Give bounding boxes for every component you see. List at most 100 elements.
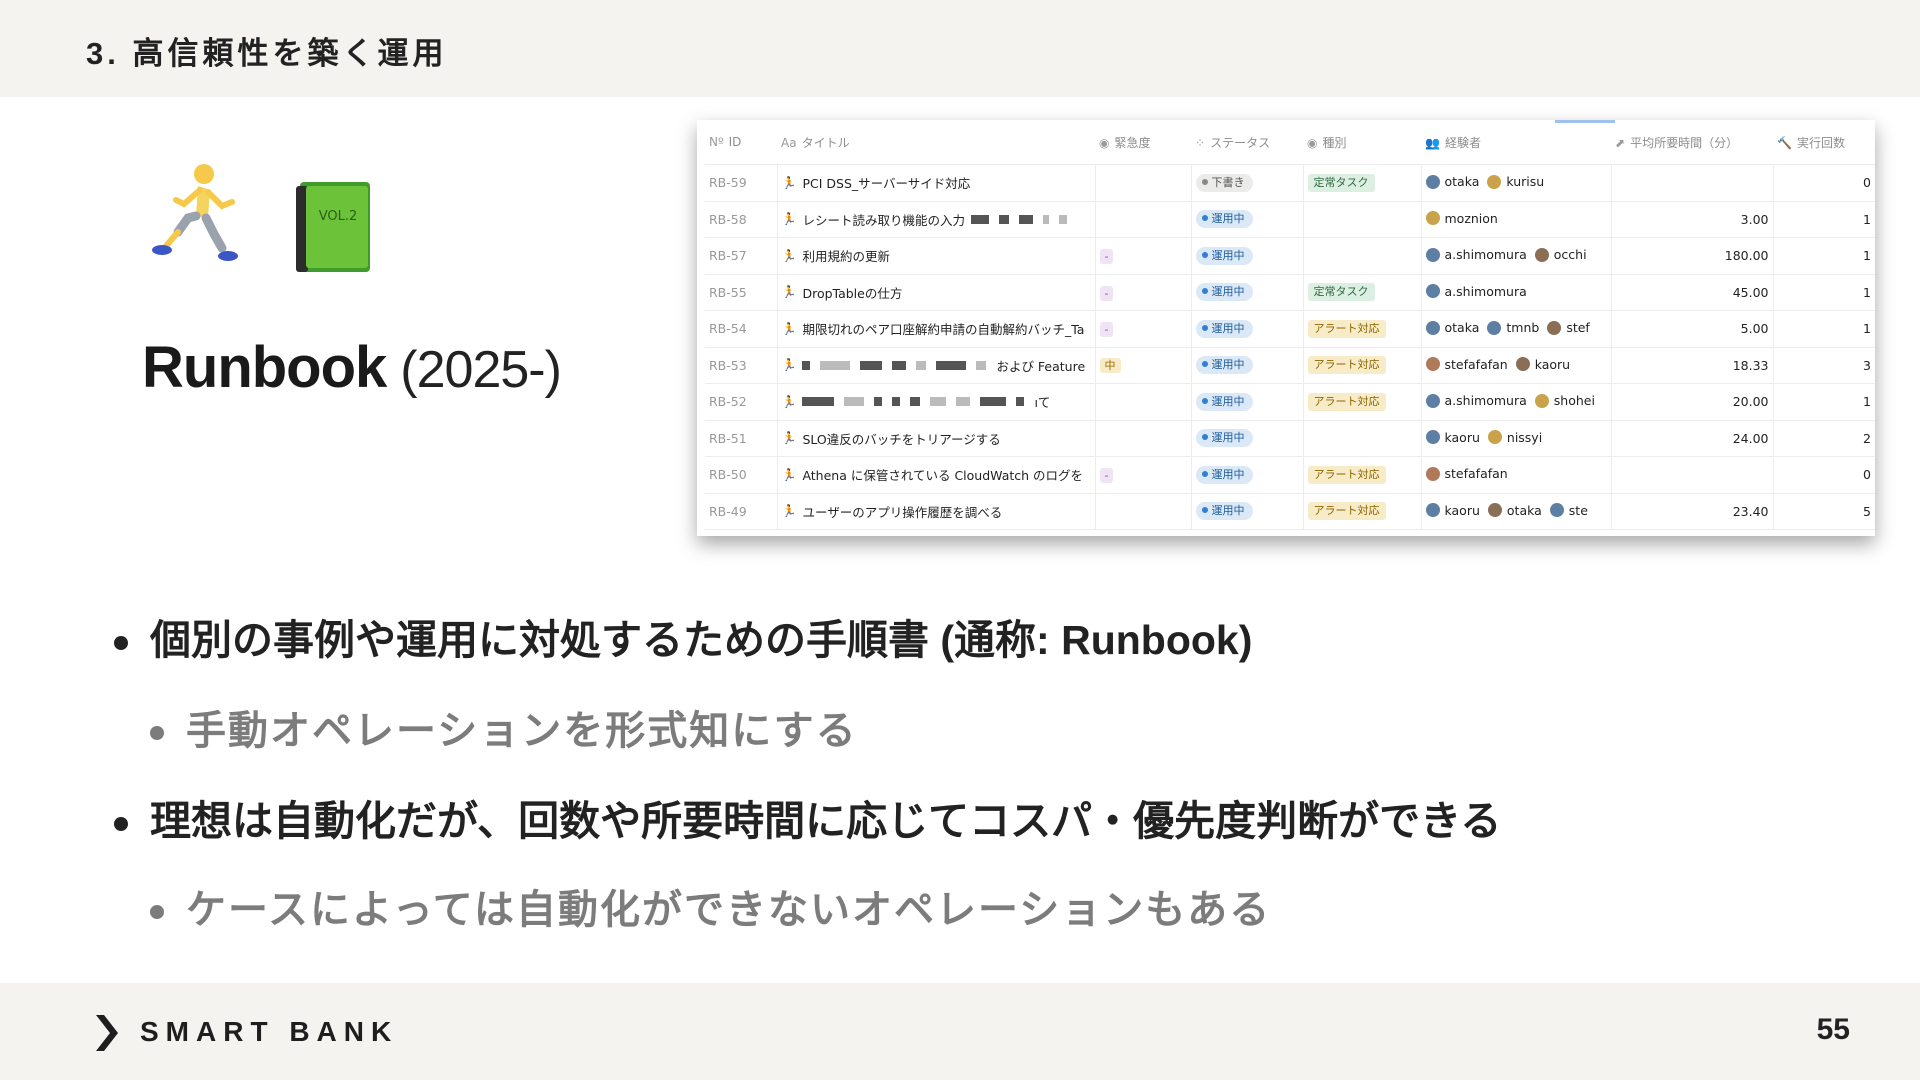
runner-icon: 🏃 [781,212,797,227]
redacted-block [970,214,989,224]
avatar [1425,174,1440,189]
column-type-icon: ◉ [1307,135,1318,150]
status-badge: 下書き [1195,173,1253,192]
status-badge: 運用中 [1195,502,1253,521]
row-id: RB-49 [705,493,778,530]
person-name: a.shimomura [1444,283,1527,299]
status-badge: 運用中 [1195,319,1253,338]
status-text: 運用中 [1211,394,1245,408]
status-dot [1201,324,1208,331]
row-title[interactable]: 🏃 および Feature [777,347,1096,384]
row-experienced: otaka tmnb stef [1421,310,1612,348]
person-chip: a.shimomura [1425,247,1527,262]
bullet-dot [114,817,128,832]
person-name: otaka [1444,320,1480,335]
table-row[interactable]: RB-52 🏃 ıて 運用中 アラート対応 a.shimomura shohei 20.00 1 [705,383,1875,421]
row-title-text: DropTableの仕方 [802,285,903,301]
runner-icon: 🏃 [781,285,797,300]
column-header[interactable]: Nº ID [705,120,777,165]
avatar [1534,393,1549,408]
row-title-wrap: 🏃 DropTableの仕方 [782,283,1091,302]
row-status: 運用中 [1191,201,1304,238]
row-type [1303,237,1422,275]
brand-name: SMART BANK [140,1016,399,1047]
column-header[interactable]: ⬈ 平均所要時間（分） [1611,120,1773,165]
row-avg-time: 23.40 [1611,493,1774,530]
redacted-block [956,397,971,407]
column-header[interactable]: ◉ 種別 [1303,120,1421,165]
redacted-block [892,397,901,407]
table-row[interactable]: RB-53 🏃 および Feature 中 運用中 アラート対応 stefafafan kao… [705,347,1875,384]
person-chip: a.shimomura [1425,283,1527,299]
redacted-block [976,360,987,370]
row-title[interactable]: 🏃 ユーザーのアプリ操作履歴を調べる [777,493,1096,530]
person-chip: kaoru [1515,357,1570,372]
table-row[interactable]: RB-59 🏃 PCI DSS_サーバーサイド対応 下書き 定常タスク otaka kuri… [705,164,1875,202]
column-type-icon: ◉ [1099,135,1110,150]
column-type-icon: Aa [781,135,797,150]
table-row[interactable]: RB-49 🏃 ユーザーのアプリ操作履歴を調べる 運用中 アラート対応 kaoru otak… [705,493,1875,530]
row-title[interactable]: 🏃 期限切れのペア口座解約申請の自動解約バッチ_Ta [777,310,1096,348]
column-header[interactable]: ⁘ ステータス [1191,120,1303,165]
column-header[interactable]: 🔨 実行回数 [1773,120,1875,165]
status-text: 運用中 [1211,285,1245,299]
bullet-dot [150,726,164,741]
person-name: moznion [1444,210,1498,226]
table-row[interactable]: RB-58 🏃 レシート読み取り機能の入力 運用中 moznion 3.00 1 [705,201,1875,238]
row-exec-count: 3 [1773,347,1875,384]
row-urgency [1095,201,1192,238]
column-type-icon: 👥 [1425,135,1440,150]
person-name: shohei [1553,393,1595,408]
table-row[interactable]: RB-55 🏃 DropTableの仕方 - 運用中 定常タスク a.shimomura 45… [705,274,1875,311]
row-type: アラート対応 [1303,493,1422,530]
person-name: nissyi [1506,429,1543,445]
bullet-text: 理想は自動化だが、回数や所要時間に応じてコスパ・優先度判断ができる [150,798,1502,844]
redacted-block [980,397,1007,407]
table-row[interactable]: RB-50 🏃 Athena に保管されている CloudWatch のログを - 運用… [705,456,1875,494]
row-title[interactable]: 🏃 レシート読み取り機能の入力 [777,201,1096,238]
person-name: stefafafan [1444,466,1508,481]
row-title[interactable]: 🏃 PCI DSS_サーバーサイド対応 [777,164,1096,202]
row-urgency: - [1095,237,1192,275]
table-row[interactable]: RB-51 🏃 SLO違反のバッチをトリアージする 運用中 kaoru nissyi 24.… [705,420,1875,457]
column-header[interactable]: ◉ 緊急度 [1095,120,1191,165]
row-title[interactable]: 🏃 利用規約の更新 [777,237,1096,275]
bullet-text: ケースによっては自動化ができないオペレーションもある [186,888,1272,932]
redacted-block [910,397,921,407]
row-title[interactable]: 🏃 Athena に保管されている CloudWatch のログを [777,456,1096,494]
avatar [1487,503,1502,517]
person-name: stef [1566,320,1590,335]
redacted-block [844,397,865,407]
row-experienced: a.shimomura [1421,274,1612,311]
row-title[interactable]: 🏃 ıて [777,383,1096,421]
urgency-tag: - [1099,249,1114,265]
runbook-table: Nº ID Aa タイトル ◉ 緊急度 ⁘ ステータス ◉ 種別 👥 経験者 ⬈ 平均所要時間（分） 🔨 実行… [705,120,1875,530]
row-status: 運用中 [1191,456,1304,494]
avatar [1487,174,1502,189]
row-title-text: ユーザーのアプリ操作履歴を調べる [802,504,1003,520]
row-exec-count: 1 [1773,201,1875,238]
status-dot [1201,361,1208,368]
row-title-text: 期限切れのペア口座解約申請の自動解約バッチ_Ta [802,322,1085,338]
row-title-text: ıて [1034,395,1051,411]
row-id: RB-50 [705,456,778,494]
table-row[interactable]: RB-54 🏃 期限切れのペア口座解約申請の自動解約バッチ_Ta - 運用中 アラート対応… [705,310,1875,348]
row-type [1303,420,1422,457]
person-chip: otaka [1425,320,1480,335]
avatar [1487,430,1502,444]
person-chip: moznion [1425,210,1498,226]
column-header[interactable]: 👥 経験者 [1421,120,1611,165]
table-header-row: Nº ID Aa タイトル ◉ 緊急度 ⁘ ステータス ◉ 種別 👥 経験者 ⬈ 平均所要時間（分） 🔨 実行… [705,120,1875,165]
row-avg-time [1611,164,1774,202]
row-type [1303,201,1422,238]
row-title-text: Athena に保管されている CloudWatch のログを [802,468,1084,484]
redacted-block [892,360,907,370]
column-label: 緊急度 [1114,135,1151,150]
table-row[interactable]: RB-57 🏃 利用規約の更新 - 運用中 a.shimomura occhi 180.00 1 [705,237,1875,275]
person-name: tmnb [1506,320,1540,335]
row-urgency: - [1095,456,1192,494]
row-title[interactable]: 🏃 DropTableの仕方 [777,274,1096,311]
row-title[interactable]: 🏃 SLO違反のバッチをトリアージする [777,420,1096,457]
column-header[interactable]: Aa タイトル [777,120,1095,165]
urgency-tag: - [1099,285,1114,301]
